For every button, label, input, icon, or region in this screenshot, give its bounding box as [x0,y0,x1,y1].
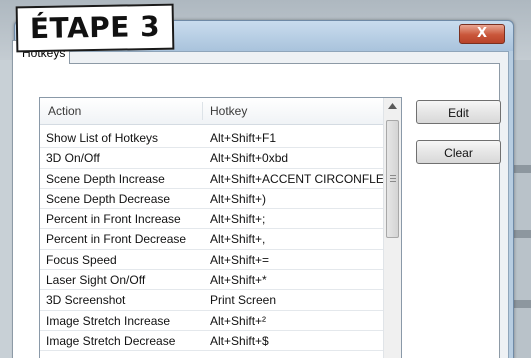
hotkey-cell: Alt+Shift+0xbd [210,151,289,166]
close-button[interactable]: X [459,24,505,44]
list-rows: Show List of Hotkeys Alt+Shift+F1 3D On/… [40,128,383,358]
action-cell: Percent in Front Decrease [46,232,187,247]
grip-line [390,181,396,182]
page-margin-mark [512,300,531,308]
action-cell: Focus Speed [46,252,117,267]
table-row[interactable]: Scene Depth Increase Alt+Shift+ACCENT CI… [40,169,383,189]
page-margin-mark [512,165,531,173]
column-divider[interactable] [202,102,203,120]
grip-line [390,178,396,179]
hotkey-cell: Alt+Shift+F1 [210,131,277,145]
column-header-action[interactable]: Action [48,98,81,124]
table-row[interactable]: Scene Depth Decrease Alt+Shift+) [40,189,383,210]
table-row[interactable]: Percent in Front Increase Alt+Shift+; [40,209,383,230]
hotkey-cell: Alt+Shift+= [210,252,270,267]
table-row[interactable]: Image Stretch Increase Alt+Shift+² [40,311,383,331]
hotkey-cell: Alt+Shift+, [210,232,266,247]
hotkey-cell: Print Screen [210,293,277,308]
hotkey-cell: Alt+Shift+² [210,313,267,328]
table-row[interactable]: 3D On/Off Alt+Shift+0xbd [40,148,383,169]
action-cell: Image Stretch Increase [46,313,171,328]
action-cell: Percent in Front Increase [46,212,181,227]
table-row[interactable]: Focus Speed Alt+Shift+= [40,250,383,271]
action-cell: Image Stretch Decrease [46,333,176,348]
scroll-up-button[interactable] [384,98,401,115]
hotkey-cell: Alt+Shift+ACCENT CIRCONFLEXE [210,171,383,186]
table-row-partial[interactable] [40,351,383,358]
list-header: Action Hotkey [40,98,383,125]
hotkey-cell: Alt+Shift+; [210,212,266,227]
close-icon: X [476,26,488,41]
action-cell: 3D On/Off [46,151,100,166]
hotkey-cell: Alt+Shift+* [210,273,267,288]
action-cell: 3D Screenshot [46,293,126,308]
table-row[interactable]: 3D Screenshot Print Screen [40,290,383,311]
action-cell: Scene Depth Increase [46,171,165,186]
page-margin-mark [512,230,531,238]
clear-button[interactable]: Clear [416,140,501,164]
hotkey-cell: Alt+Shift+) [210,191,267,206]
action-cell: Scene Depth Decrease [46,191,171,206]
hotkeys-list[interactable]: Action Hotkey Show List of Hotkeys Alt+S… [39,97,402,358]
table-row[interactable]: Show List of Hotkeys Alt+Shift+F1 [40,128,383,149]
vertical-scrollbar[interactable] [383,98,401,358]
action-cell: Show List of Hotkeys [46,131,159,145]
hotkey-cell: Alt+Shift+$ [210,333,269,348]
chevron-up-icon [388,103,397,109]
scroll-thumb[interactable] [386,120,399,238]
edit-button[interactable]: Edit [416,100,501,124]
column-header-hotkey[interactable]: Hotkey [210,98,247,124]
table-row[interactable]: Percent in Front Decrease Alt+Shift+, [40,229,383,250]
table-row[interactable]: Laser Sight On/Off Alt+Shift+* [40,270,383,291]
grip-line [390,175,396,176]
step-badge: ÉTAPE 3 [15,3,175,53]
action-cell: Laser Sight On/Off [46,273,146,288]
table-row[interactable]: Image Stretch Decrease Alt+Shift+$ [40,331,383,352]
